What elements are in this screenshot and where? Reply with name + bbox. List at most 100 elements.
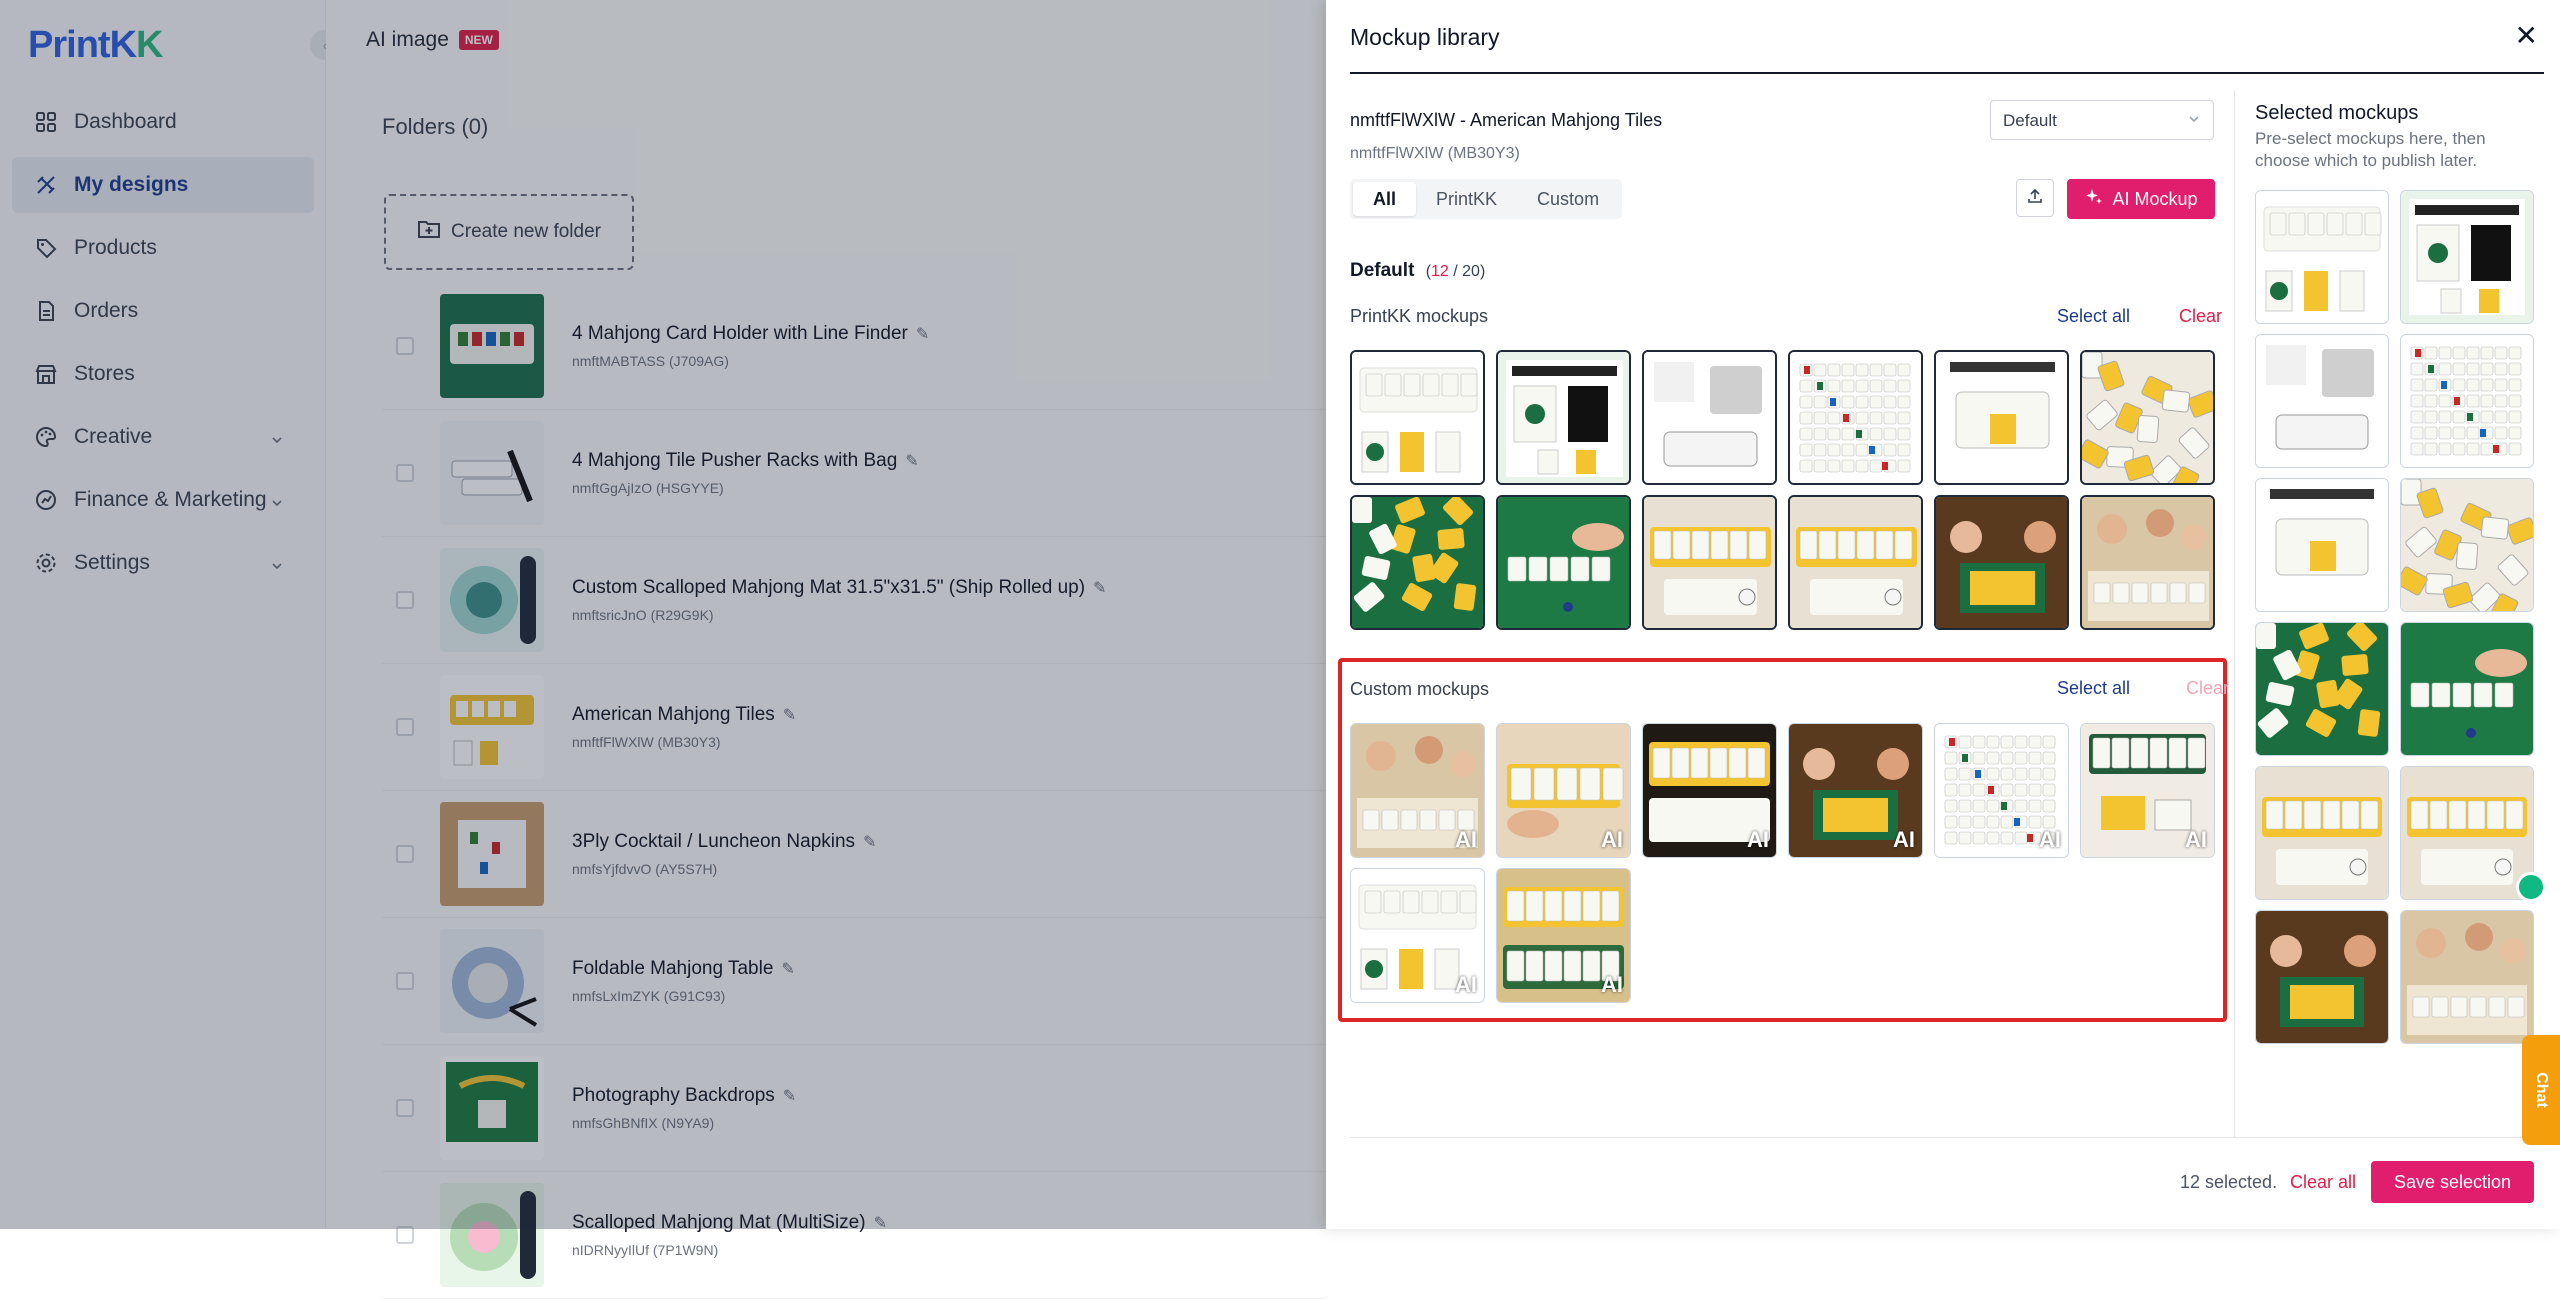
mockup-tile[interactable] [1496, 495, 1631, 630]
tab-all[interactable]: All [1353, 182, 1417, 216]
selected-mockup-tile[interactable] [2255, 766, 2389, 900]
mockup-tile[interactable]: AI [1350, 723, 1485, 858]
selected-mockup-tile[interactable] [2400, 766, 2534, 900]
design-thumbnail[interactable] [440, 294, 544, 398]
sidebar-item-settings[interactable]: Settings [12, 535, 314, 591]
mockup-tile[interactable] [1934, 495, 2069, 630]
design-name[interactable]: 4 Mahjong Card Holder with Line Finder [572, 323, 908, 344]
edit-icon[interactable]: ✎ [1093, 580, 1106, 597]
mockup-tile[interactable] [2080, 495, 2215, 630]
row-checkbox[interactable] [396, 591, 414, 609]
upload-button[interactable] [2016, 179, 2054, 217]
printkk-clear[interactable]: Clear [2179, 306, 2222, 327]
design-name[interactable]: Photography Backdrops [572, 1085, 775, 1106]
design-name[interactable]: Scalloped Mahjong Mat (MultiSize) [572, 1212, 866, 1233]
sidebar-item-finance-marketing[interactable]: Finance & Marketing [12, 472, 314, 528]
selected-mockup-tile[interactable] [2400, 622, 2534, 756]
sidebar-item-creative[interactable]: Creative [12, 409, 314, 465]
edit-icon[interactable]: ✎ [874, 1215, 887, 1232]
design-name[interactable]: Foldable Mahjong Table [572, 958, 773, 979]
save-selection-button[interactable]: Save selection [2371, 1161, 2534, 1203]
sidebar-item-my-designs[interactable]: My designs [12, 157, 314, 213]
ai-mockup-button[interactable]: AI Mockup [2067, 179, 2215, 219]
mockup-tile[interactable]: AI [1496, 723, 1631, 858]
assistant-bubble[interactable] [2516, 872, 2546, 902]
selected-mockup-tile[interactable] [2400, 334, 2534, 468]
tab-custom[interactable]: Custom [1517, 182, 1619, 216]
logo[interactable]: PrintKK [28, 24, 163, 67]
mockup-tile[interactable]: AI [1496, 868, 1631, 1003]
mockup-tile[interactable]: AI [1642, 723, 1777, 858]
section-title-text: Default [1350, 260, 1415, 281]
table-row[interactable]: American Mahjong Tiles ✎ nmftfFlWXlW (MB3… [382, 664, 1326, 791]
sidebar-item-products[interactable]: Products [12, 220, 314, 276]
table-row[interactable]: 4 Mahjong Card Holder with Line Finder ✎ … [382, 283, 1326, 410]
create-folder-button[interactable]: Create new folder [384, 194, 634, 270]
design-thumbnail[interactable] [440, 548, 544, 652]
mockup-tile[interactable] [2080, 350, 2215, 485]
tab-printkk[interactable]: PrintKK [1416, 182, 1517, 216]
table-row[interactable]: 4 Mahjong Tile Pusher Racks with Bag ✎ nm… [382, 410, 1326, 537]
mockup-tile[interactable]: AI [2080, 723, 2215, 858]
selected-mockup-tile[interactable] [2255, 622, 2389, 756]
mockup-tile[interactable] [1350, 495, 1485, 630]
edit-icon[interactable]: ✎ [783, 707, 796, 724]
row-checkbox[interactable] [396, 972, 414, 990]
selected-mockup-tile[interactable] [2255, 190, 2389, 324]
table-row[interactable]: Scalloped Mahjong Mat (MultiSize) ✎ nIDRN… [382, 1172, 1326, 1299]
table-row[interactable]: Foldable Mahjong Table ✎ nmfsLxImZYK (G91… [382, 918, 1326, 1045]
mockup-tile[interactable] [1788, 350, 1923, 485]
selected-mockup-tile[interactable] [2400, 190, 2534, 324]
design-thumbnail[interactable] [440, 675, 544, 779]
row-checkbox[interactable] [396, 1099, 414, 1117]
selected-mockup-tile[interactable] [2400, 910, 2534, 1044]
page-tab[interactable]: AI image NEW [366, 28, 499, 52]
sidebar-item-dashboard[interactable]: Dashboard [12, 94, 314, 150]
design-name[interactable]: American Mahjong Tiles [572, 704, 775, 725]
mockup-tile[interactable]: AI [1788, 723, 1923, 858]
mockup-tile[interactable] [1788, 495, 1923, 630]
chat-tab[interactable]: Chat [2522, 1035, 2560, 1145]
row-checkbox[interactable] [396, 464, 414, 482]
sidebar-item-orders[interactable]: Orders [12, 283, 314, 339]
edit-icon[interactable]: ✎ [781, 961, 794, 978]
design-thumbnail[interactable] [440, 421, 544, 525]
custom-clear[interactable]: Clear [2186, 678, 2229, 699]
mockup-tile[interactable] [1350, 350, 1485, 485]
row-checkbox[interactable] [396, 718, 414, 736]
mockup-tile[interactable] [1642, 495, 1777, 630]
design-thumbnail[interactable] [440, 1183, 544, 1287]
close-icon[interactable]: ✕ [2515, 22, 2538, 50]
selected-mockup-tile[interactable] [2255, 910, 2389, 1044]
edit-icon[interactable]: ✎ [863, 834, 876, 851]
row-checkbox[interactable] [396, 845, 414, 863]
mockup-tile[interactable]: AI [1934, 723, 2069, 858]
edit-icon[interactable]: ✎ [916, 326, 929, 343]
table-row[interactable]: Custom Scalloped Mahjong Mat 31.5"x31.5"… [382, 537, 1326, 664]
table-row[interactable]: Photography Backdrops ✎ nmfsGhBNfIX (N9YA… [382, 1045, 1326, 1172]
mockup-set-select[interactable]: Default [1990, 100, 2214, 140]
design-thumbnail[interactable] [440, 802, 544, 906]
design-name[interactable]: 4 Mahjong Tile Pusher Racks with Bag [572, 450, 897, 471]
mockup-tile[interactable] [1934, 350, 2069, 485]
printkk-select-all[interactable]: Select all [2057, 306, 2130, 327]
mockup-tile[interactable] [1496, 350, 1631, 485]
clear-all-link[interactable]: Clear all [2290, 1172, 2356, 1193]
selected-mockup-tile[interactable] [2255, 478, 2389, 612]
row-checkbox[interactable] [396, 337, 414, 355]
tag-icon [34, 236, 58, 260]
design-thumbnail[interactable] [440, 929, 544, 1033]
sidebar-item-stores[interactable]: Stores [12, 346, 314, 402]
design-name[interactable]: Custom Scalloped Mahjong Mat 31.5"x31.5"… [572, 577, 1085, 598]
custom-select-all[interactable]: Select all [2057, 678, 2130, 699]
design-thumbnail[interactable] [440, 1056, 544, 1160]
edit-icon[interactable]: ✎ [783, 1088, 796, 1105]
design-name[interactable]: 3Ply Cocktail / Luncheon Napkins [572, 831, 855, 852]
table-row[interactable]: 3Ply Cocktail / Luncheon Napkins ✎ nmfsYj… [382, 791, 1326, 918]
ai-tag: AI [1455, 827, 1477, 852]
selected-mockup-tile[interactable] [2255, 334, 2389, 468]
mockup-tile[interactable]: AI [1350, 868, 1485, 1003]
selected-mockup-tile[interactable] [2400, 478, 2534, 612]
edit-icon[interactable]: ✎ [905, 453, 918, 470]
mockup-tile[interactable] [1642, 350, 1777, 485]
